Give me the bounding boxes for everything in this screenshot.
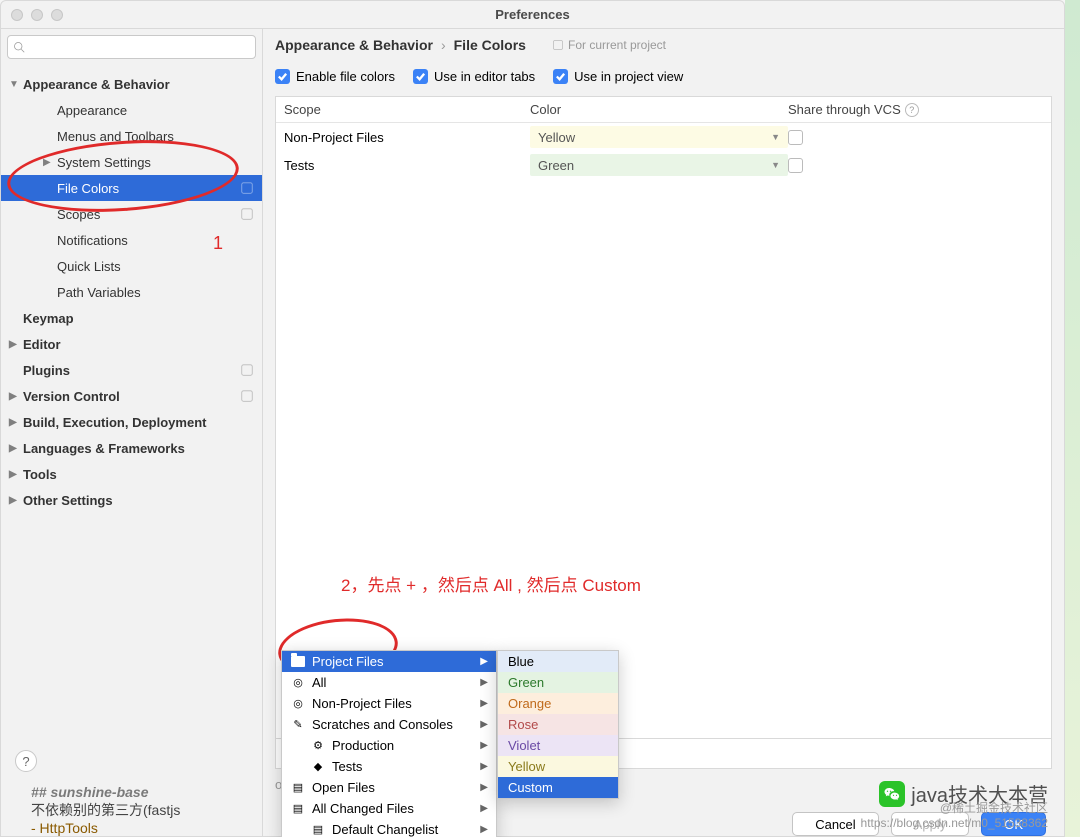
annotation-label-2: 2，先点 + ，然后点 All , 然后点 Custom <box>341 571 641 596</box>
scope-menu-tests[interactable]: ◆Tests▶ <box>282 756 496 777</box>
sidebar-item-path-variables[interactable]: Path Variables <box>1 279 262 305</box>
target-icon: ◎ <box>290 675 306 691</box>
window-title: Preferences <box>1 7 1064 22</box>
project-badge-icon <box>240 181 254 195</box>
color-option-rose[interactable]: Rose <box>498 714 618 735</box>
table-row[interactable]: Tests Green▼ <box>276 151 1051 179</box>
breadcrumb-sep: › <box>441 37 446 53</box>
chevron-right-icon: ▶ <box>480 719 488 730</box>
watermark-sub: @稀土掘金技术社区 https://blog.csdn.net/m0_51538… <box>861 799 1048 830</box>
sidebar-item-keymap[interactable]: Keymap <box>1 305 262 331</box>
project-badge-icon <box>240 389 254 403</box>
sidebar-item-appearance[interactable]: Appearance <box>1 97 262 123</box>
chevron-icon: ▶ <box>9 417 23 428</box>
chevron-icon: ▶ <box>9 469 23 480</box>
sidebar-item-system-settings[interactable]: ▶System Settings <box>1 149 262 175</box>
color-option-violet[interactable]: Violet <box>498 735 618 756</box>
sidebar-item-editor[interactable]: ▶Editor <box>1 331 262 357</box>
sidebar-item-version-control[interactable]: ▶Version Control <box>1 383 262 409</box>
chevron-icon: ▶ <box>43 157 57 168</box>
project-scope-label: For current project <box>552 38 666 52</box>
annotation-label-1: 1 <box>213 233 223 254</box>
chevron-icon: ▶ <box>9 391 23 402</box>
project-badge-icon <box>240 207 254 221</box>
search-icon <box>13 41 25 53</box>
table-row[interactable]: Non-Project Files Yellow▼ <box>276 123 1051 151</box>
color-popup-menu: BlueGreenOrangeRoseVioletYellowCustom <box>497 650 619 799</box>
edge-strip <box>1065 0 1080 837</box>
sidebar-item-build-execution-deployment[interactable]: ▶Build, Execution, Deployment <box>1 409 262 435</box>
breadcrumb-current: File Colors <box>454 37 526 53</box>
col-color: Color <box>530 102 788 117</box>
chevron-icon: ▶ <box>9 495 23 506</box>
project-icon <box>552 39 564 51</box>
sidebar-item-appearance-behavior[interactable]: ▼Appearance & Behavior <box>1 71 262 97</box>
background-code: ## sunshine-base 不依赖别的第三方(fastjs - HttpT… <box>31 784 731 836</box>
color-dropdown[interactable]: Yellow▼ <box>530 126 788 148</box>
sidebar-item-file-colors[interactable]: File Colors <box>1 175 262 201</box>
help-button[interactable]: ? <box>15 750 37 772</box>
breadcrumb: Appearance & Behavior › File Colors For … <box>263 29 1064 61</box>
help-icon[interactable]: ? <box>905 103 919 117</box>
sidebar-item-tools[interactable]: ▶Tools <box>1 461 262 487</box>
breadcrumb-parent: Appearance & Behavior <box>275 37 433 53</box>
target-icon: ◎ <box>290 696 306 712</box>
share-checkbox[interactable] <box>788 130 803 145</box>
chevron-right-icon: ▶ <box>480 677 488 688</box>
use-in-project-view[interactable]: Use in project view <box>553 69 683 84</box>
scratch-icon: ✎ <box>290 717 306 733</box>
sidebar-item-languages-frameworks[interactable]: ▶Languages & Frameworks <box>1 435 262 461</box>
search-wrap <box>1 29 262 65</box>
sidebar-item-scopes[interactable]: Scopes <box>1 201 262 227</box>
enable-file-colors[interactable]: Enable file colors <box>275 69 395 84</box>
chevron-right-icon: ▶ <box>480 761 488 772</box>
titlebar: Preferences <box>1 1 1064 29</box>
table-header: Scope Color Share through VCS? <box>276 97 1051 123</box>
diamond-icon: ◆ <box>310 759 326 775</box>
color-dropdown[interactable]: Green▼ <box>530 154 788 176</box>
sidebar: ▼Appearance & BehaviorAppearanceMenus an… <box>1 29 263 836</box>
chevron-icon: ▶ <box>9 443 23 454</box>
scope-menu-project-files[interactable]: Project Files▶ <box>282 651 496 672</box>
sidebar-item-other-settings[interactable]: ▶Other Settings <box>1 487 262 513</box>
share-checkbox[interactable] <box>788 158 803 173</box>
sidebar-item-plugins[interactable]: Plugins <box>1 357 262 383</box>
scope-menu-non-project-files[interactable]: ◎Non-Project Files▶ <box>282 693 496 714</box>
color-option-green[interactable]: Green <box>498 672 618 693</box>
chevron-right-icon: ▶ <box>480 656 488 667</box>
use-in-editor-tabs[interactable]: Use in editor tabs <box>413 69 535 84</box>
col-scope: Scope <box>276 102 530 117</box>
chevron-down-icon: ▼ <box>771 132 780 142</box>
chevron-down-icon: ▼ <box>771 160 780 170</box>
scope-menu-all[interactable]: ◎All▶ <box>282 672 496 693</box>
color-option-yellow[interactable]: Yellow <box>498 756 618 777</box>
preferences-window: Preferences ▼Appearance & BehaviorAppear… <box>0 0 1065 837</box>
scope-menu-production[interactable]: ⚙Production▶ <box>282 735 496 756</box>
checkbox-row: Enable file colors Use in editor tabs Us… <box>263 61 1064 96</box>
chevron-right-icon: ▶ <box>480 740 488 751</box>
sidebar-item-quick-lists[interactable]: Quick Lists <box>1 253 262 279</box>
settings-tree: ▼Appearance & BehaviorAppearanceMenus an… <box>1 65 262 513</box>
sidebar-item-menus-and-toolbars[interactable]: Menus and Toolbars <box>1 123 262 149</box>
color-option-blue[interactable]: Blue <box>498 651 618 672</box>
color-option-orange[interactable]: Orange <box>498 693 618 714</box>
search-input[interactable] <box>7 35 256 59</box>
col-share: Share through VCS? <box>788 102 1051 117</box>
folder-icon <box>290 654 306 670</box>
scope-menu-scratches-and-consoles[interactable]: ✎Scratches and Consoles▶ <box>282 714 496 735</box>
gear-icon: ⚙ <box>310 738 326 754</box>
chevron-icon: ▼ <box>9 79 23 90</box>
project-badge-icon <box>240 363 254 377</box>
chevron-icon: ▶ <box>9 339 23 350</box>
chevron-right-icon: ▶ <box>480 698 488 709</box>
